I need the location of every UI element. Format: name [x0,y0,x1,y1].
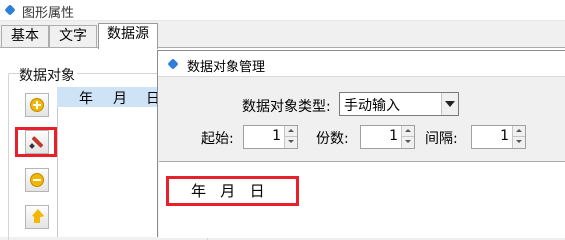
count-up-arrow-icon[interactable] [401,126,414,137]
type-select-value: 手动输入 [344,98,400,114]
content-editor[interactable]: 年 月 日 [159,161,565,238]
count-value: 1 [389,128,398,144]
window-title: 图形属性 [22,6,75,21]
interval-up-arrow-icon[interactable] [512,126,525,137]
interval-stepper[interactable]: 1 [471,125,526,149]
data-object-group-label: 数据对象 [19,65,77,85]
type-label: 数据对象类型: [242,99,331,115]
edit-button-highlight [15,127,57,157]
data-object-manager-dialog: 数据对象管理 数据对象类型: 手动输入 起始: 1 份数: 1 间隔: 1 年 … [157,50,565,238]
dialog-title: 数据对象管理 [187,60,266,75]
interval-value: 1 [500,128,509,144]
app-icon [3,3,17,17]
data-object-list[interactable] [57,107,167,237]
count-down-arrow-icon[interactable] [401,137,414,148]
add-icon [30,98,44,112]
start-label: 起始: [201,131,234,147]
tab-text[interactable]: 文字 [49,25,97,48]
start-value: 1 [272,128,281,144]
chevron-down-icon[interactable] [441,93,458,115]
start-down-arrow-icon[interactable] [284,137,297,148]
move-up-icon [31,209,45,217]
interval-down-arrow-icon[interactable] [512,137,525,148]
interval-label: 间隔: [425,131,458,147]
dialog-titlebar: 数据对象管理 [158,51,565,77]
remove-icon [30,173,44,187]
dialog-app-icon [166,57,180,71]
move-up-button[interactable] [25,205,49,229]
tab-strip: 基本 文字 数据源 [0,21,565,49]
content-highlight [166,176,299,206]
list-header-year: 年 [79,91,93,107]
add-button[interactable] [25,93,49,117]
tab-data-source[interactable]: 数据源 [98,23,158,49]
count-stepper[interactable]: 1 [360,125,415,149]
list-header-row[interactable]: 年 月 日 [57,87,167,107]
remove-button[interactable] [25,168,49,192]
count-label: 份数: [316,131,349,147]
list-header-month: 月 [113,91,127,107]
type-select[interactable]: 手动输入 [339,92,459,116]
start-stepper[interactable]: 1 [243,125,298,149]
tab-basic[interactable]: 基本 [1,25,49,48]
window-titlebar: 图形属性 [0,0,565,21]
start-up-arrow-icon[interactable] [284,126,297,137]
